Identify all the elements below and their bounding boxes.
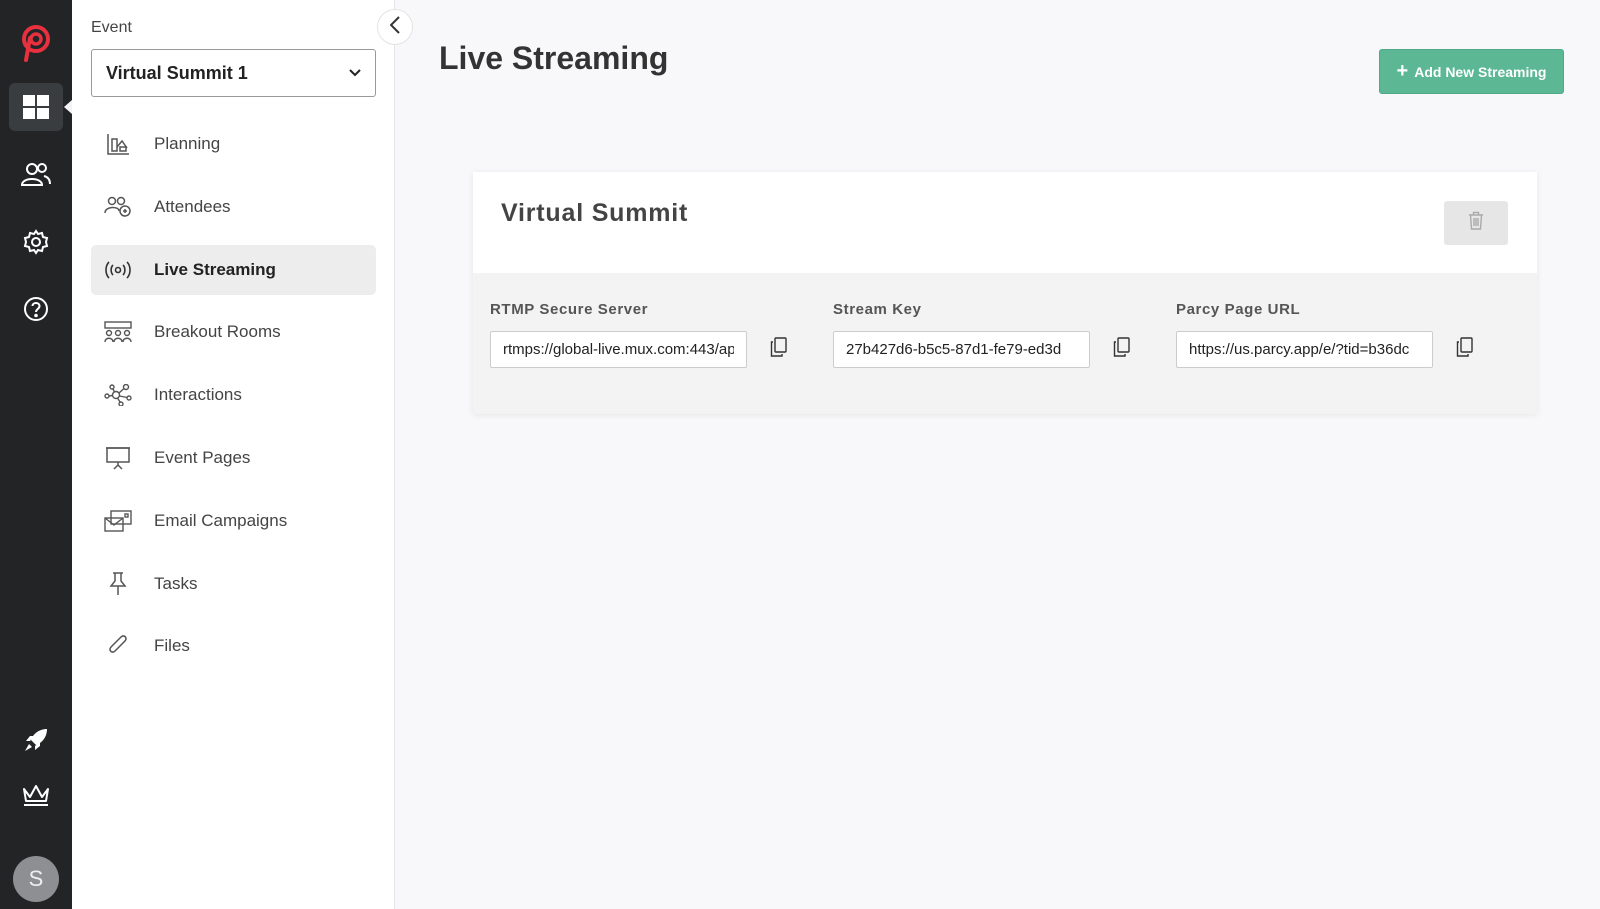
add-new-streaming-button[interactable]: + Add New Streaming (1379, 49, 1564, 94)
sidebar-item-files[interactable]: Files (91, 621, 376, 671)
sidebar-item-email-campaigns[interactable]: Email Campaigns (91, 496, 376, 546)
crown-icon[interactable] (9, 771, 63, 819)
rtmp-server-input[interactable] (490, 331, 747, 368)
chevron-down-icon (349, 64, 361, 82)
email-icon (103, 508, 133, 534)
stream-title: Virtual Summit (501, 199, 689, 227)
users-icon[interactable] (9, 150, 63, 198)
sidebar-item-label: Planning (154, 134, 221, 153)
sidebar-item-tasks[interactable]: Tasks (91, 559, 376, 609)
rocket-icon[interactable] (9, 716, 63, 764)
trash-icon (1468, 211, 1484, 235)
copy-icon[interactable] (767, 335, 791, 359)
page-title: Live Streaming (439, 40, 669, 76)
stream-key-input[interactable] (833, 331, 1090, 368)
stream-key-field: Stream Key (833, 301, 1134, 368)
sidebar: Event Virtual Summit 1 Planning Attendee… (72, 0, 413, 909)
add-new-streaming-label: Add New Streaming (1414, 63, 1547, 80)
paperclip-icon (103, 633, 133, 659)
sidebar-item-label: Interactions (154, 385, 242, 405)
help-icon[interactable] (9, 285, 63, 333)
network-icon (103, 382, 133, 408)
rtmp-server-label: RTMP Secure Server (490, 301, 649, 318)
sidebar-item-label: Event Pages (154, 447, 251, 467)
sidebar-item-label: Breakout Rooms (154, 322, 281, 342)
collapse-sidebar-button[interactable] (377, 9, 413, 45)
sidebar-item-interactions[interactable]: Interactions (91, 370, 376, 420)
sidebar-nav: Planning Attendees Live Streaming Breako… (91, 119, 376, 684)
event-label: Event (91, 19, 132, 36)
pin-icon (103, 571, 133, 597)
copy-icon[interactable] (1110, 335, 1134, 359)
sidebar-item-label: Live Streaming (154, 259, 276, 279)
sidebar-item-attendees[interactable]: Attendees (91, 182, 376, 232)
sidebar-item-breakout-rooms[interactable]: Breakout Rooms (91, 307, 376, 357)
stream-key-label: Stream Key (833, 301, 922, 318)
delete-stream-button[interactable] (1444, 201, 1508, 245)
gear-icon[interactable] (9, 218, 63, 266)
parcy-logo[interactable] (20, 24, 52, 62)
plus-icon: + (1396, 59, 1409, 82)
sidebar-item-label: Email Campaigns (154, 510, 288, 530)
event-select-value: Virtual Summit 1 (106, 62, 248, 83)
sidebar-item-label: Files (154, 636, 190, 656)
sidebar-item-label: Attendees (154, 196, 231, 216)
page-url-input[interactable] (1176, 331, 1433, 368)
copy-icon[interactable] (1453, 335, 1477, 359)
chevron-left-icon (389, 15, 400, 39)
breakout-icon (103, 319, 133, 345)
stream-card-header: Virtual Summit (473, 172, 1537, 273)
stream-card: Virtual Summit RTMP Secure Server Stream… (473, 172, 1537, 414)
page-url-field: Parcy Page URL (1176, 301, 1477, 368)
sidebar-item-planning[interactable]: Planning (91, 119, 376, 169)
dashboard-icon[interactable] (9, 83, 72, 131)
avatar[interactable]: S (13, 856, 59, 902)
chart-icon (103, 131, 133, 157)
attendees-icon (103, 194, 133, 220)
event-select[interactable]: Virtual Summit 1 (91, 49, 376, 97)
presentation-icon (103, 445, 133, 471)
sidebar-item-live-streaming[interactable]: Live Streaming (91, 244, 376, 295)
sidebar-item-label: Tasks (154, 573, 198, 593)
page-url-label: Parcy Page URL (1176, 301, 1301, 318)
broadcast-icon (103, 257, 133, 283)
sidebar-item-event-pages[interactable]: Event Pages (91, 433, 376, 483)
rtmp-server-field: RTMP Secure Server (490, 301, 791, 368)
icon-rail: S (0, 0, 72, 909)
